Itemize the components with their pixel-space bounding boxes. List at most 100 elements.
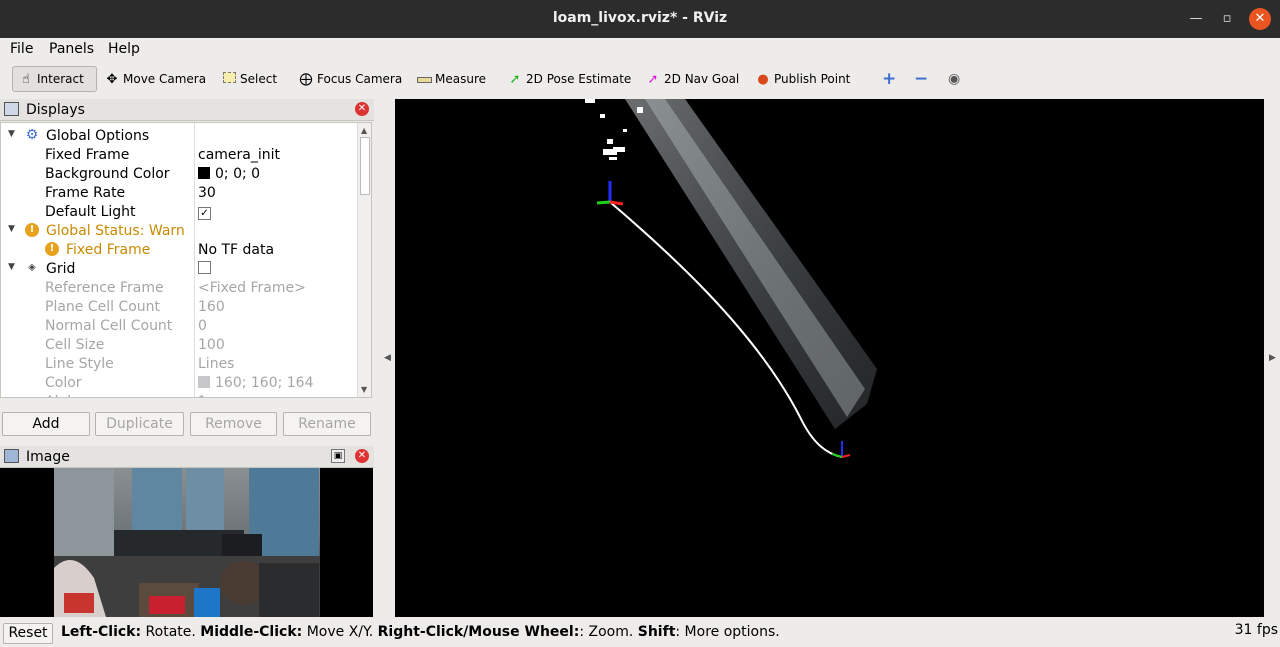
- row-value[interactable]: Lines: [198, 356, 234, 372]
- tool-focus-camera-button[interactable]: ⨁ Focus Camera: [293, 66, 406, 92]
- row-value[interactable]: 160: [198, 299, 225, 315]
- row-value: No TF data: [198, 242, 275, 258]
- tool-label: Publish Point: [774, 72, 851, 86]
- tree-row-frame-rate[interactable]: Frame Rate 30: [1, 184, 357, 203]
- menu-file[interactable]: File: [10, 41, 33, 57]
- tree-row-grid[interactable]: ▼ ◈ Grid: [1, 260, 357, 279]
- row-label: Fixed Frame: [66, 242, 151, 258]
- tool-publish-point-button[interactable]: ● Publish Point: [750, 66, 854, 92]
- color-value: 0; 0; 0: [215, 166, 261, 182]
- image-panel-header: Image ▣ ✕: [0, 446, 374, 468]
- status-bar: Reset Left-Click: Rotate. Middle-Click: …: [0, 619, 1280, 647]
- eye-icon[interactable]: ◉: [944, 66, 964, 92]
- tool-2d-nav-goal-button[interactable]: ➚ 2D Nav Goal: [640, 66, 743, 92]
- row-label: Cell Size: [45, 337, 105, 353]
- tree-row-reference-frame[interactable]: Reference Frame <Fixed Frame>: [1, 279, 357, 298]
- green-arrow-icon: ➚: [509, 71, 521, 87]
- close-window-icon[interactable]: ✕: [1249, 8, 1271, 30]
- grid-enabled-checkbox[interactable]: [198, 261, 211, 274]
- menu-panels[interactable]: Panels: [49, 41, 94, 57]
- float-panel-icon[interactable]: ▣: [331, 449, 345, 463]
- camera-scene: [54, 468, 320, 617]
- tool-select-button[interactable]: Select: [216, 66, 281, 92]
- tree-row-line-style[interactable]: Line Style Lines: [1, 355, 357, 374]
- scroll-up-icon[interactable]: ▲: [361, 126, 367, 135]
- reset-button[interactable]: Reset: [3, 623, 53, 644]
- remove-tool-icon[interactable]: −: [910, 66, 932, 92]
- maximize-icon[interactable]: ▫: [1216, 8, 1238, 30]
- tree-row-color[interactable]: Color 160; 160; 164: [1, 374, 357, 393]
- image-title: Image: [26, 449, 70, 465]
- hint-key: Left-Click:: [61, 624, 142, 640]
- tree-row-normal-cell-count[interactable]: Normal Cell Count 0: [1, 317, 357, 336]
- expand-arrow-icon[interactable]: ▼: [8, 224, 15, 234]
- row-value[interactable]: 30: [198, 185, 216, 201]
- tree-row-fixed-frame[interactable]: Fixed Frame camera_init: [1, 146, 357, 165]
- collapse-left-icon[interactable]: ◀: [384, 353, 391, 363]
- tree-row-global-status[interactable]: ▼ ! Global Status: Warn: [1, 222, 357, 241]
- tree-row-alpha[interactable]: Alpha 1: [1, 393, 357, 397]
- row-label: Default Light: [45, 204, 136, 220]
- left-dock: Displays ✕ ▼ ⚙ Global Options Fixed Fram…: [0, 99, 374, 617]
- tree-scrollbar[interactable]: ▲ ▼: [357, 123, 371, 397]
- row-value[interactable]: 0; 0; 0: [198, 166, 260, 182]
- row-label: Frame Rate: [45, 185, 126, 201]
- duplicate-button[interactable]: Duplicate: [95, 412, 184, 436]
- menubar: File Panels Help: [0, 38, 1280, 60]
- row-label: Normal Cell Count: [45, 318, 173, 334]
- row-value[interactable]: camera_init: [198, 147, 280, 163]
- ruler-icon: [415, 72, 433, 87]
- row-value[interactable]: <Fixed Frame>: [198, 280, 306, 296]
- displays-tree: ▼ ⚙ Global Options Fixed Frame camera_in…: [0, 122, 372, 398]
- hint-text: Move X/Y.: [302, 624, 378, 640]
- menu-help[interactable]: Help: [108, 41, 140, 57]
- displays-title: Displays: [26, 102, 85, 118]
- tree-row-background-color[interactable]: Background Color 0; 0; 0: [1, 165, 357, 184]
- tree-row-default-light[interactable]: Default Light ✓: [1, 203, 357, 222]
- add-tool-icon[interactable]: +: [878, 66, 900, 92]
- row-value[interactable]: 1: [198, 394, 207, 397]
- row-value[interactable]: ✓: [198, 204, 211, 220]
- checkbox-checked[interactable]: ✓: [198, 207, 211, 220]
- gear-icon: ⚙: [25, 127, 39, 143]
- rename-button[interactable]: Rename: [283, 412, 371, 436]
- row-label: Grid: [46, 261, 76, 277]
- hint-key: Right-Click/Mouse Wheel:: [377, 624, 580, 640]
- toolbar: ☝ Interact ✥ Move Camera Select ⨁ Focus …: [0, 60, 1280, 98]
- row-value[interactable]: 100: [198, 337, 225, 353]
- collapse-right-icon[interactable]: ▶: [1269, 353, 1276, 363]
- focus-icon: ⨁: [299, 71, 313, 87]
- close-image-icon[interactable]: ✕: [355, 449, 369, 463]
- tree-row-cell-size[interactable]: Cell Size 100: [1, 336, 357, 355]
- minimize-icon[interactable]: —: [1185, 8, 1207, 30]
- add-button[interactable]: Add: [2, 412, 90, 436]
- close-displays-icon[interactable]: ✕: [355, 102, 369, 116]
- tool-measure-button[interactable]: Measure: [411, 66, 490, 92]
- 3d-render-view[interactable]: [395, 99, 1264, 617]
- expand-arrow-icon[interactable]: ▼: [8, 129, 15, 139]
- tree-row-status-fixed-frame[interactable]: ! Fixed Frame No TF data: [1, 241, 357, 260]
- remove-button[interactable]: Remove: [190, 412, 277, 436]
- tool-label: Measure: [435, 72, 486, 86]
- window-title: loam_livox.rviz* - RViz: [552, 10, 728, 26]
- row-label: Color: [45, 375, 82, 391]
- tree-row-plane-cell-count[interactable]: Plane Cell Count 160: [1, 298, 357, 317]
- end-axes: [831, 441, 851, 458]
- row-value[interactable]: 160; 160; 164: [198, 375, 314, 391]
- hand-icon: ☝: [22, 71, 30, 87]
- row-label: Alpha: [45, 394, 85, 397]
- tree-row-global-options[interactable]: ▼ ⚙ Global Options: [1, 127, 357, 146]
- tool-interact-button[interactable]: ☝ Interact: [12, 66, 97, 92]
- tool-label: 2D Pose Estimate: [526, 72, 632, 86]
- scrollbar-thumb[interactable]: [360, 137, 370, 195]
- row-label: Global Status: Warn: [46, 223, 185, 239]
- expand-arrow-icon[interactable]: ▼: [8, 262, 15, 272]
- hint-key: Shift: [637, 624, 676, 640]
- tool-2d-pose-estimate-button[interactable]: ➚ 2D Pose Estimate: [502, 66, 635, 92]
- tool-move-camera-button[interactable]: ✥ Move Camera: [99, 66, 210, 92]
- row-value[interactable]: [198, 261, 211, 278]
- scroll-down-icon[interactable]: ▼: [361, 385, 367, 394]
- row-label: Global Options: [46, 128, 150, 144]
- tool-label: Focus Camera: [317, 72, 403, 86]
- row-value[interactable]: 0: [198, 318, 207, 334]
